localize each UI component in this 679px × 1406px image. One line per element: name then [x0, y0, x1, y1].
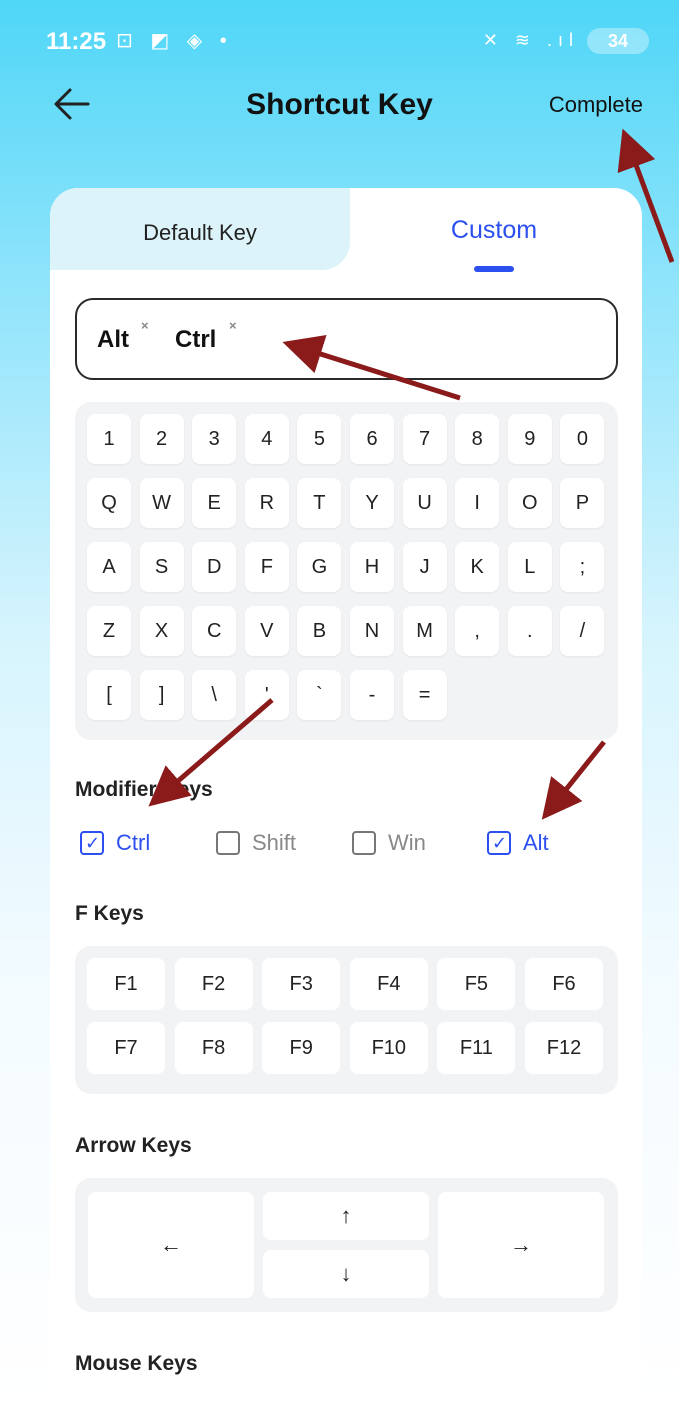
key-row2-8[interactable]: O	[507, 478, 552, 528]
mouse-keys-heading: Mouse Keys	[75, 1352, 198, 1375]
modifier-alt-checkbox[interactable]: ✓ Alt	[487, 828, 549, 858]
shortcut-combo-field[interactable]: Alt × Ctrl ×	[75, 298, 618, 380]
f-key-12[interactable]: F12	[525, 1022, 603, 1074]
modifier-label: Ctrl	[116, 830, 151, 855]
f-key-11[interactable]: F11	[437, 1022, 516, 1074]
complete-button[interactable]: Complete	[549, 92, 643, 118]
key-row3-4[interactable]: G	[297, 542, 342, 592]
checkbox-icon	[352, 831, 376, 855]
checkbox-icon: ✓	[80, 831, 104, 855]
key-row3-3[interactable]: F	[244, 542, 289, 592]
key-row2-9[interactable]: P	[560, 478, 605, 528]
key-row4-2[interactable]: C	[192, 606, 237, 656]
f-key-8[interactable]: F8	[174, 1022, 253, 1074]
chip-remove-icon[interactable]: ×	[141, 318, 149, 333]
key-row3-9[interactable]: ;	[560, 542, 605, 592]
key-row4-5[interactable]: N	[350, 606, 394, 656]
status-time: 11:25	[46, 28, 107, 55]
key-row4-1[interactable]: X	[139, 606, 184, 656]
key-row2-6[interactable]: U	[402, 478, 447, 528]
f-key-3[interactable]: F3	[262, 958, 341, 1010]
key-row4-8[interactable]: .	[507, 606, 552, 656]
modifier-label: Win	[388, 830, 426, 855]
f-key-10[interactable]: F10	[349, 1022, 428, 1074]
arrow-up-key[interactable]: ↑	[263, 1192, 429, 1240]
arrow-left-key[interactable]: ←	[88, 1192, 254, 1298]
modifier-label: Shift	[252, 830, 297, 855]
key-row3-8[interactable]: L	[507, 542, 552, 592]
modifier-label: Alt	[523, 830, 549, 855]
key-row2-5[interactable]: Y	[350, 478, 394, 528]
key-grid: 1 2 3 4 5 6 7 8 9 0 Q W E R T Y U I O P A S D F G H J K L; Z X C V B N M,. /…	[75, 402, 618, 740]
key-row5-5[interactable]: -	[350, 670, 394, 720]
battery-icon: 34	[587, 28, 649, 54]
key-row1-2[interactable]: 3	[192, 414, 237, 464]
key-row1-4[interactable]: 5	[297, 414, 342, 464]
key-row4-6[interactable]: M	[402, 606, 447, 656]
key-row1-1[interactable]: 2	[139, 414, 184, 464]
modifier-win-checkbox[interactable]: Win	[352, 828, 426, 858]
key-row1-6[interactable]: 7	[402, 414, 447, 464]
key-row4-9[interactable]: /	[560, 606, 605, 656]
key-row1-8[interactable]: 9	[507, 414, 552, 464]
modifier-ctrl-checkbox[interactable]: ✓ Ctrl	[80, 828, 150, 858]
key-row5-0[interactable]: [	[87, 670, 131, 720]
f-keys-heading: F Keys	[75, 902, 144, 925]
tab-custom[interactable]: Custom	[346, 216, 642, 245]
chip-remove-icon[interactable]: ×	[229, 318, 237, 333]
modifier-keys-heading: Modifier Keys	[75, 778, 213, 801]
f-key-9[interactable]: F9	[262, 1022, 341, 1074]
key-row3-0[interactable]: A	[87, 542, 131, 592]
key-row5-4[interactable]: `	[297, 670, 342, 720]
key-row4-0[interactable]: Z	[87, 606, 131, 656]
f-key-2[interactable]: F2	[174, 958, 253, 1010]
arrow-down-key[interactable]: ↓	[263, 1250, 429, 1298]
chip-ctrl: Ctrl ×	[175, 318, 237, 354]
arrow-key-grid: ← ↑ ↓ →	[75, 1178, 618, 1312]
key-row3-6[interactable]: J	[402, 542, 447, 592]
key-row1-9[interactable]: 0	[560, 414, 605, 464]
key-row2-0[interactable]: Q	[87, 478, 131, 528]
key-row4-4[interactable]: B	[297, 606, 342, 656]
key-row2-2[interactable]: E	[192, 478, 237, 528]
key-row5-6[interactable]: =	[402, 670, 447, 720]
chip-label: Ctrl	[175, 326, 217, 353]
tab-active-indicator	[474, 266, 514, 272]
arrow-right-key[interactable]: →	[438, 1192, 604, 1298]
key-row5-2[interactable]: \	[192, 670, 237, 720]
chip-label: Alt	[97, 326, 129, 353]
key-row2-3[interactable]: R	[244, 478, 289, 528]
checkbox-icon	[216, 831, 240, 855]
status-bar: 11:25 ⊡ ◩ ◈ • ✕ ≋ .ıl 34	[0, 0, 679, 80]
shortcut-card: Default Key Custom Alt × Ctrl × 12345678…	[50, 188, 642, 1406]
key-row5-3[interactable]: '	[244, 670, 289, 720]
key-row3-7[interactable]: K	[455, 542, 500, 592]
f-key-1[interactable]: F1	[87, 958, 165, 1010]
key-row4-7[interactable]: ,	[455, 606, 500, 656]
key-row3-5[interactable]: H	[350, 542, 394, 592]
arrow-keys-heading: Arrow Keys	[75, 1134, 192, 1157]
key-row4-3[interactable]: V	[244, 606, 289, 656]
chip-alt: Alt ×	[97, 318, 149, 354]
key-row1-3[interactable]: 4	[244, 414, 289, 464]
f-key-5[interactable]: F5	[437, 958, 516, 1010]
checkbox-icon: ✓	[487, 831, 511, 855]
key-row3-2[interactable]: D	[192, 542, 237, 592]
f-key-grid: F1 F2 F3 F4 F5 F6 F7 F8 F9 F10 F11 F12	[75, 946, 618, 1094]
key-row1-7[interactable]: 8	[455, 414, 500, 464]
key-row5-1[interactable]: ]	[139, 670, 184, 720]
key-row1-0[interactable]: 1	[87, 414, 131, 464]
modifier-shift-checkbox[interactable]: Shift	[216, 828, 296, 858]
tab-default-key[interactable]: Default Key	[50, 220, 350, 246]
f-key-7[interactable]: F7	[87, 1022, 165, 1074]
key-row3-1[interactable]: S	[139, 542, 184, 592]
status-signal-icons: ✕ ≋ .ıl	[482, 30, 579, 50]
f-key-4[interactable]: F4	[349, 958, 428, 1010]
f-key-6[interactable]: F6	[525, 958, 603, 1010]
key-row1-5[interactable]: 6	[350, 414, 394, 464]
key-row2-7[interactable]: I	[455, 478, 500, 528]
key-row2-1[interactable]: W	[139, 478, 184, 528]
key-row2-4[interactable]: T	[297, 478, 342, 528]
status-notification-icons: ⊡ ◩ ◈ •	[116, 30, 233, 52]
